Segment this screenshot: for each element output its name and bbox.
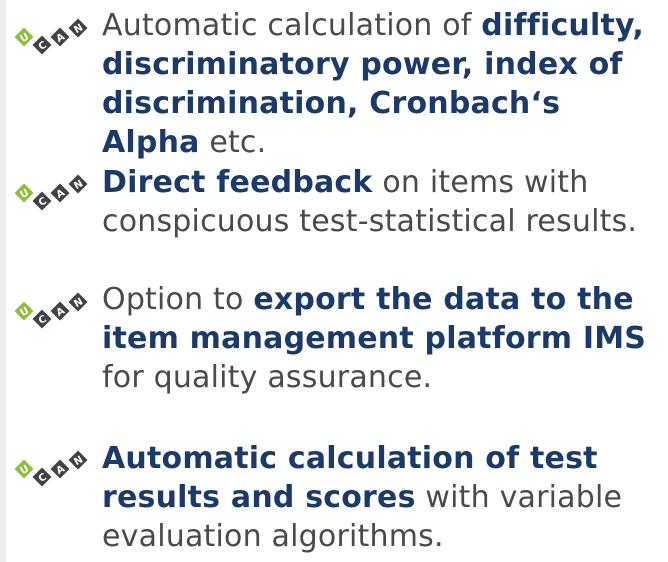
feature-text: Automatic calculation of difficulty, dis… (102, 6, 662, 162)
ucan-logo-icon: UCAN (13, 290, 93, 330)
feature-highlight: Direct feedback (102, 165, 373, 200)
feature-text: Automatic calculation of test results an… (102, 439, 662, 556)
feature-text: Direct feedback on items with conspi­cuo… (102, 163, 662, 241)
feature-plain: Automatic calculation of (102, 8, 482, 43)
feature-plain: Option to (102, 282, 254, 317)
ucan-logo-icon: UCAN (13, 16, 93, 56)
feature-text: Option to export the data to the item ma… (102, 280, 662, 397)
feature-plain: for quality assurance. (102, 360, 433, 395)
feature-plain: etc. (199, 125, 267, 160)
ucan-logo-icon: UCAN (13, 448, 93, 488)
left-edge-bar (0, 0, 6, 562)
ucan-logo-icon: UCAN (13, 172, 93, 212)
